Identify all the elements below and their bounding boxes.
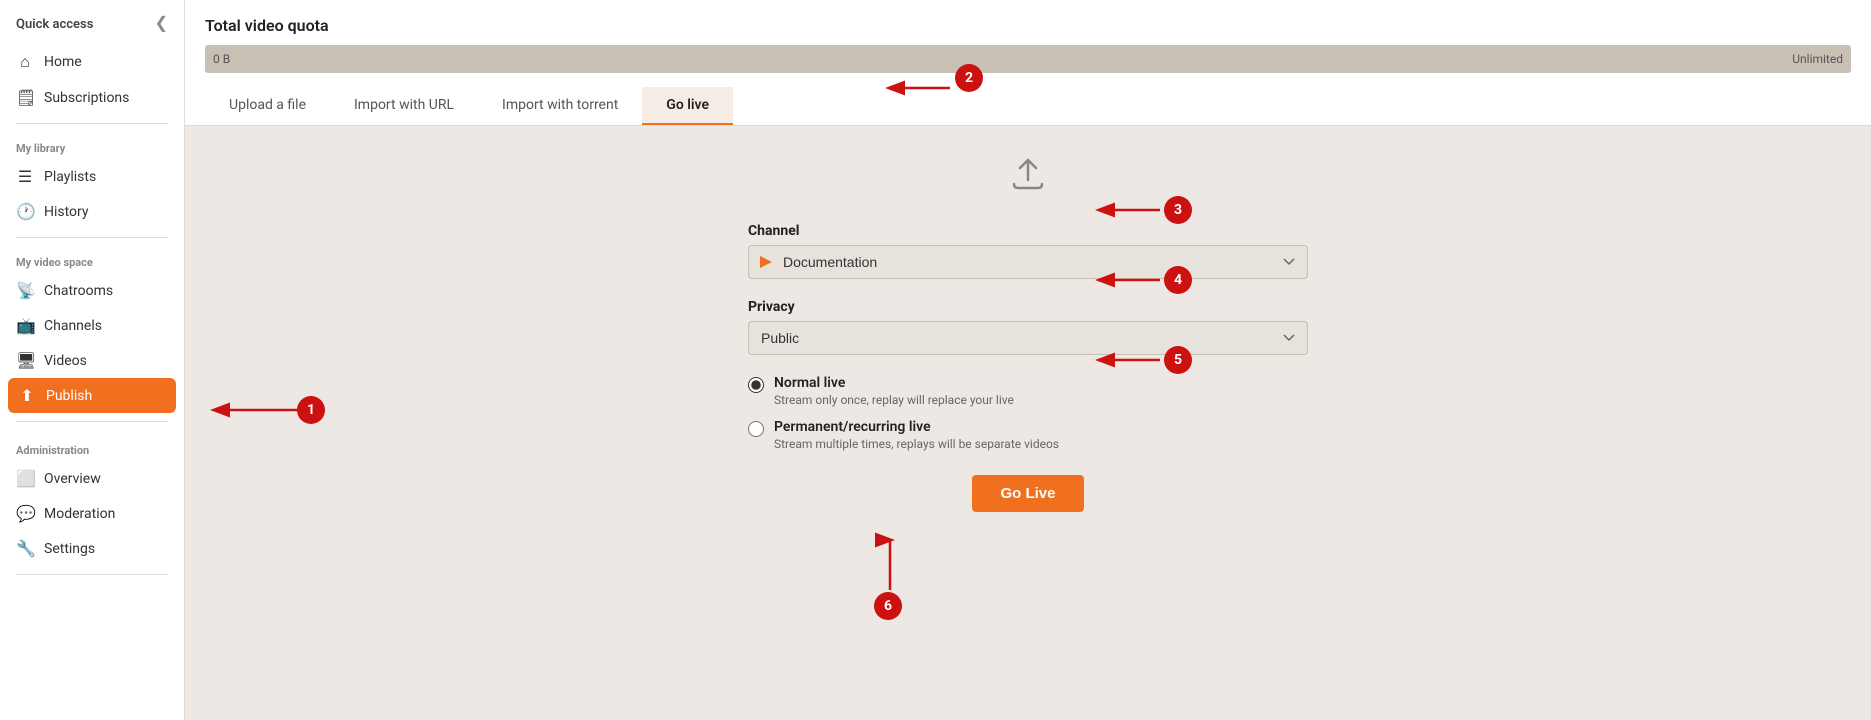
normal-live-label: Normal live (774, 375, 1014, 391)
channel-field-group: Channel Documentation (748, 223, 1308, 279)
quota-total-label: Unlimited (1792, 52, 1843, 66)
channel-select[interactable]: Documentation (748, 245, 1308, 279)
permanent-live-radio[interactable] (748, 421, 764, 437)
sidebar-item-subscriptions-label: Subscriptions (44, 90, 129, 106)
sidebar-item-playlists-label: Playlists (44, 169, 96, 185)
normal-live-desc: Stream only once, replay will replace yo… (774, 393, 1014, 407)
sidebar-item-videos[interactable]: 🖥 Videos (0, 343, 184, 378)
sidebar-item-publish-label: Publish (46, 388, 92, 404)
sidebar-item-moderation-label: Moderation (44, 506, 115, 522)
privacy-label: Privacy (748, 299, 1308, 315)
quota-title: Total video quota (205, 16, 1851, 35)
channels-icon: 📺 (16, 316, 34, 335)
my-library-label: My library (0, 132, 184, 159)
quota-used-label: 0 B (213, 52, 230, 66)
videos-icon: 🖥 (16, 351, 34, 370)
moderation-icon: 💬 (16, 504, 34, 523)
live-type-radio-group: Normal live Stream only once, replay wil… (748, 375, 1308, 451)
sidebar-item-home[interactable]: ⌂ Home (0, 44, 184, 80)
sidebar-item-channels[interactable]: 📺 Channels (0, 308, 184, 343)
divider-4 (16, 574, 168, 575)
permanent-live-label: Permanent/recurring live (774, 419, 1059, 435)
my-video-space-label: My video space (0, 246, 184, 273)
sidebar-item-subscriptions[interactable]: 🗒 Subscriptions (0, 80, 184, 115)
stream-icon (1008, 156, 1048, 199)
publish-icon: ⬆ (18, 386, 36, 405)
overview-icon: ⬜ (16, 469, 34, 488)
settings-icon: 🔧 (16, 539, 34, 558)
live-form: Channel Documentation Priva (748, 156, 1308, 512)
subscriptions-icon: 🗒 (16, 88, 34, 107)
channel-logo-icon (758, 254, 774, 270)
sidebar-item-playlists[interactable]: ☰ Playlists (0, 159, 184, 194)
home-icon: ⌂ (16, 52, 34, 72)
sidebar-item-chatrooms[interactable]: 📡 Chatrooms (0, 273, 184, 308)
privacy-field-group: Privacy Public Unlisted Private (748, 299, 1308, 355)
sidebar-item-home-label: Home (44, 54, 82, 70)
sidebar-item-overview-label: Overview (44, 471, 101, 487)
content-area: Channel Documentation Priva (185, 126, 1871, 720)
quota-section: Total video quota 0 B Unlimited Upload a… (185, 0, 1871, 126)
main-content: Total video quota 0 B Unlimited Upload a… (185, 0, 1871, 720)
channel-label: Channel (748, 223, 1308, 239)
sidebar-item-chatrooms-label: Chatrooms (44, 283, 113, 299)
sidebar-item-channels-label: Channels (44, 318, 102, 334)
sidebar: Quick access ❮ ⌂ Home 🗒 Subscriptions My… (0, 0, 185, 720)
privacy-select[interactable]: Public Unlisted Private (748, 321, 1308, 355)
sidebar-item-moderation[interactable]: 💬 Moderation (0, 496, 184, 531)
sidebar-item-overview[interactable]: ⬜ Overview (0, 461, 184, 496)
divider-2 (16, 237, 168, 238)
channel-select-wrapper: Documentation (748, 245, 1308, 279)
sidebar-item-settings[interactable]: 🔧 Settings (0, 531, 184, 566)
go-live-button[interactable]: Go Live (972, 475, 1083, 512)
sidebar-item-videos-label: Videos (44, 353, 87, 369)
sidebar-item-history[interactable]: 🕐 History (0, 194, 184, 229)
tab-torrent[interactable]: Import with torrent (478, 87, 642, 125)
permanent-live-option[interactable]: Permanent/recurring live Stream multiple… (748, 419, 1308, 451)
sidebar-item-publish[interactable]: ⬆ Publish (8, 378, 176, 413)
tab-live[interactable]: Go live (642, 87, 733, 125)
divider-1 (16, 123, 168, 124)
tab-upload[interactable]: Upload a file (205, 87, 330, 125)
normal-live-radio[interactable] (748, 377, 764, 393)
administration-label: Administration (0, 434, 184, 461)
divider-3 (16, 421, 168, 422)
quota-bar: 0 B Unlimited (205, 45, 1851, 73)
history-icon: 🕐 (16, 202, 34, 221)
sidebar-item-settings-label: Settings (44, 541, 95, 557)
quick-access-label: Quick access (16, 17, 93, 32)
tabs-bar: Upload a file Import with URL Import wit… (205, 87, 1851, 125)
tab-url[interactable]: Import with URL (330, 87, 478, 125)
playlists-icon: ☰ (16, 167, 34, 186)
sidebar-item-history-label: History (44, 204, 89, 220)
collapse-button[interactable]: ❮ (155, 16, 168, 32)
permanent-live-desc: Stream multiple times, replays will be s… (774, 437, 1059, 451)
chatrooms-icon: 📡 (16, 281, 34, 300)
normal-live-option[interactable]: Normal live Stream only once, replay wil… (748, 375, 1308, 407)
